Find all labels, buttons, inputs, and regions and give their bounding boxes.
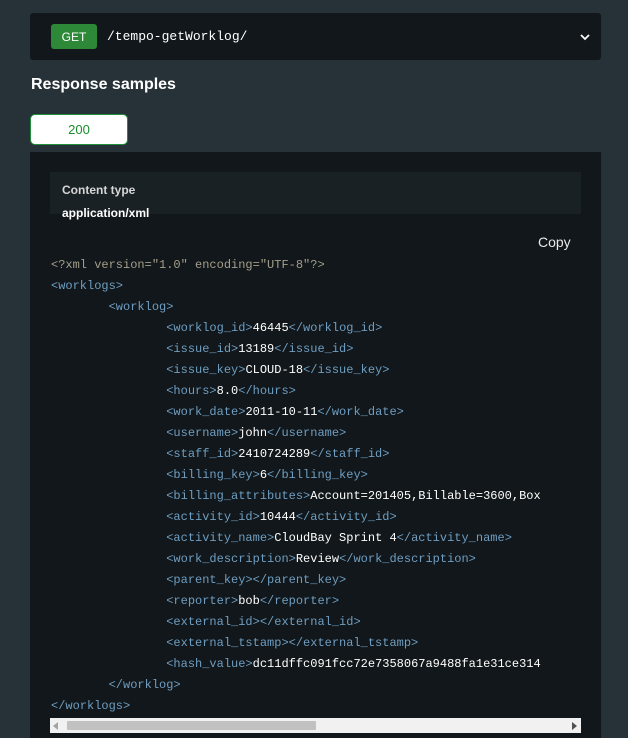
xml-tag: </activity_name> <box>396 531 512 545</box>
code-line: <activity_id>10444</activity_id> <box>51 507 581 528</box>
xml-tag: <billing_key> <box>166 468 260 482</box>
chevron-down-icon[interactable] <box>579 31 591 43</box>
code-line: <issue_key>CLOUD-18</issue_key> <box>51 360 581 381</box>
xml-tag: <parent_key> <box>166 573 253 587</box>
code-line: <?xml version="1.0" encoding="UTF-8"?> <box>51 255 581 276</box>
content-type-value: application/xml <box>62 206 150 220</box>
xml-tag: </work_description> <box>339 552 476 566</box>
xml-tag: <issue_key> <box>166 363 246 377</box>
code-line: <reporter>bob</reporter> <box>51 591 581 612</box>
xml-tag: <staff_id> <box>166 447 239 461</box>
xml-tag: </issue_key> <box>303 363 390 377</box>
scroll-left-arrow-icon[interactable] <box>53 722 58 730</box>
xml-tag: </parent_key> <box>252 573 347 587</box>
tab-status-200[interactable]: 200 <box>30 114 128 145</box>
code-line: <worklog> <box>51 297 581 318</box>
code-block: <?xml version="1.0" encoding="UTF-8"?> <w… <box>51 255 581 720</box>
xml-tag: <external_id> <box>166 615 260 629</box>
code-line: <activity_name>CloudBay Sprint 4</activi… <box>51 528 581 549</box>
xml-tag: <username> <box>166 426 239 440</box>
xml-tag: <worklog_id> <box>166 321 253 335</box>
xml-tag: <work_date> <box>166 405 246 419</box>
xml-tag: <billing_attributes> <box>166 489 311 503</box>
xml-tag: <worklogs> <box>51 279 124 293</box>
xml-tag: <hours> <box>166 384 217 398</box>
xml-value: 13189 <box>238 342 275 356</box>
xml-value: 2410724289 <box>238 447 311 461</box>
xml-value: 10444 <box>259 510 296 524</box>
response-samples-title: Response samples <box>31 76 176 93</box>
xml-tag: <activity_id> <box>166 510 260 524</box>
xml-tag: </username> <box>267 426 347 440</box>
xml-value: dc11dffc091fcc72e7358067a9488fa1e31ce314 <box>252 657 541 671</box>
xml-tag: <reporter> <box>166 594 239 608</box>
xml-tag: </reporter> <box>259 594 340 608</box>
http-method-badge: GET <box>51 24 97 49</box>
xml-tag: <external_tstamp> <box>166 636 289 650</box>
content-type-label: Content type <box>62 183 136 197</box>
xml-tag: <activity_name> <box>166 531 275 545</box>
xml-tag: </billing_key> <box>267 468 368 482</box>
scrollbar-thumb[interactable] <box>67 721 316 730</box>
xml-tag: <issue_id> <box>166 342 239 356</box>
horizontal-scrollbar[interactable] <box>50 718 581 733</box>
code-line: </worklogs> <box>51 696 581 717</box>
xml-tag: </worklog_id> <box>288 321 383 335</box>
xml-value: CloudBay Sprint 4 <box>274 531 397 545</box>
code-line: <username>john</username> <box>51 423 581 444</box>
scroll-right-arrow-icon[interactable] <box>572 722 577 730</box>
xml-tag: <worklog> <box>108 300 174 314</box>
code-line: <external_tstamp></external_tstamp> <box>51 633 581 654</box>
content-type-box: Content type application/xml <box>50 172 581 220</box>
xml-value: 2011-10-11 <box>245 405 318 419</box>
code-line: <parent_key></parent_key> <box>51 570 581 591</box>
code-line: <external_id></external_id> <box>51 612 581 633</box>
xml-value: CLOUD-18 <box>245 363 304 377</box>
xml-tag: </worklog> <box>108 678 181 692</box>
code-line: <worklog_id>46445</worklog_id> <box>51 318 581 339</box>
xml-value: bob <box>238 594 260 608</box>
xml-value: john <box>238 426 268 440</box>
response-sample-panel: Content type application/xml Copy <?xml … <box>30 152 601 738</box>
xml-tag: </external_id> <box>259 615 361 629</box>
code-line: <billing_attributes>Account=201405,Billa… <box>51 486 581 507</box>
code-line: <work_date>2011-10-11</work_date> <box>51 402 581 423</box>
endpoint-bar[interactable]: GET /tempo-getWorklog/ <box>30 13 601 60</box>
copy-button[interactable]: Copy <box>538 234 571 250</box>
xml-tag: <hash_value> <box>166 657 253 671</box>
xml-value: Account=201405,Billable=3600,Box <box>310 489 541 503</box>
endpoint-path: /tempo-getWorklog/ <box>107 29 248 44</box>
code-line: </worklog> <box>51 675 581 696</box>
code-line: <work_description>Review</work_descripti… <box>51 549 581 570</box>
xml-tag: </issue_id> <box>274 342 354 356</box>
code-line: <issue_id>13189</issue_id> <box>51 339 581 360</box>
code-line: <hash_value>dc11dffc091fcc72e7358067a948… <box>51 654 581 675</box>
xml-value: 6 <box>259 468 268 482</box>
xml-tag: </hours> <box>238 384 296 398</box>
code-line: <billing_key>6</billing_key> <box>51 465 581 486</box>
code-line: <hours>8.0</hours> <box>51 381 581 402</box>
xml-tag: </work_date> <box>317 405 404 419</box>
xml-tag: </activity_id> <box>295 510 397 524</box>
xml-tag: </staff_id> <box>310 447 390 461</box>
code-line: <staff_id>2410724289</staff_id> <box>51 444 581 465</box>
xml-value: Review <box>295 552 340 566</box>
xml-tag: <work_description> <box>166 552 296 566</box>
xml-value: 8.0 <box>216 384 239 398</box>
xml-tag: </external_tstamp> <box>288 636 419 650</box>
xml-tag: </worklogs> <box>51 699 131 713</box>
code-line: <worklogs> <box>51 276 581 297</box>
xml-value: 46445 <box>252 321 289 335</box>
xml-declaration: <?xml version="1.0" encoding="UTF-8"?> <box>51 258 325 272</box>
